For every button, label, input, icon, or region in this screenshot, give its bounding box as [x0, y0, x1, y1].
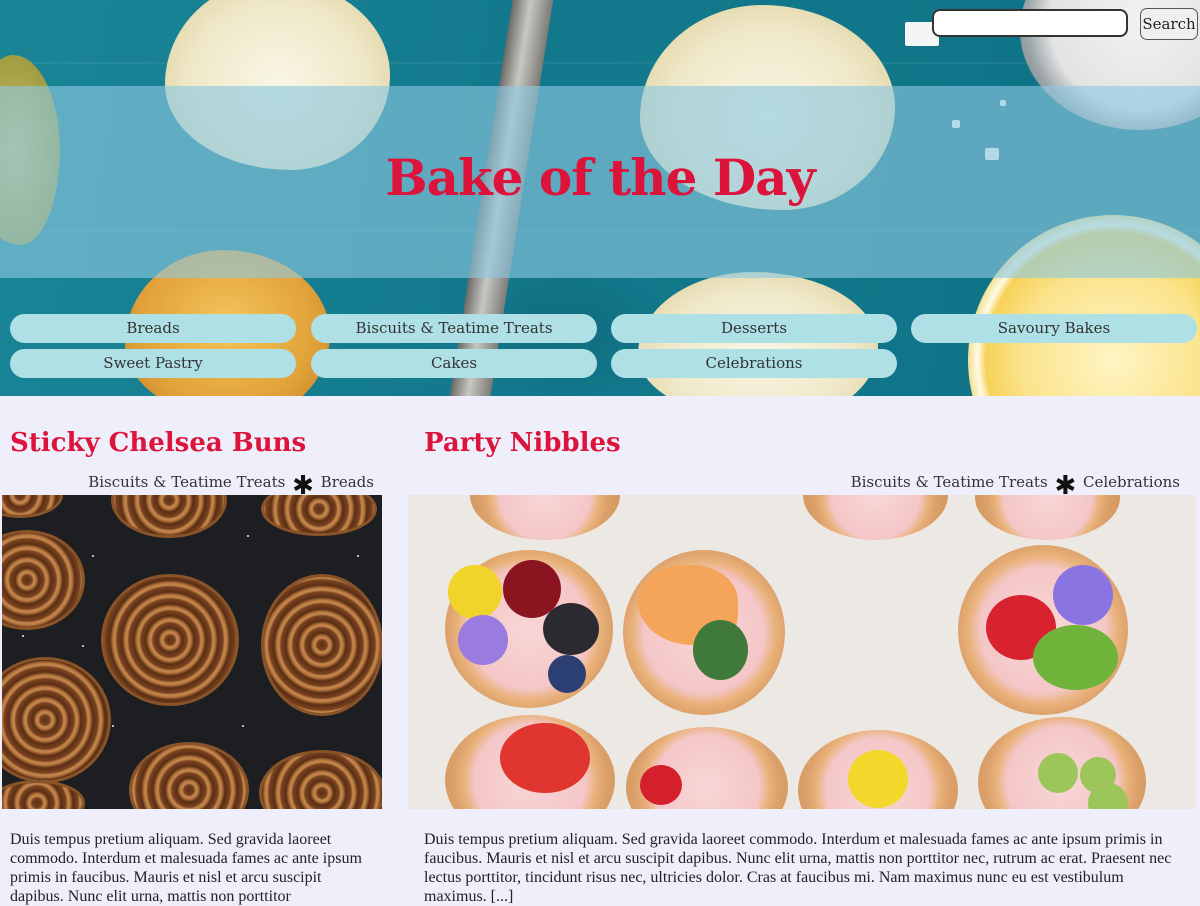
raspberry-decoration	[640, 765, 682, 805]
nav-item-savoury-bakes[interactable]: Savoury Bakes	[911, 314, 1197, 343]
flower-decoration	[848, 750, 908, 808]
strawberry-decoration	[500, 723, 590, 793]
bun-shape	[114, 495, 224, 535]
kiwi-decoration	[1033, 625, 1118, 690]
tart-shape	[975, 495, 1120, 540]
tag-link[interactable]: Breads	[321, 473, 374, 491]
post-image[interactable]	[408, 495, 1196, 809]
bun-shape	[262, 753, 382, 809]
tag-link[interactable]: Biscuits & Teatime Treats	[88, 473, 285, 491]
blueberry-decoration	[548, 655, 586, 693]
flour-speck	[82, 645, 84, 647]
site-title: Bake of the Day	[385, 148, 815, 207]
bun-shape	[2, 533, 82, 627]
bun-shape	[2, 783, 82, 809]
tart-shape	[470, 495, 620, 540]
flour-speck	[92, 555, 94, 557]
blackberry-decoration	[543, 603, 599, 655]
flour-speck	[22, 635, 24, 637]
flour-speck	[112, 725, 114, 727]
bun-shape	[2, 660, 108, 780]
nav-item-celebrations[interactable]: Celebrations	[611, 349, 897, 378]
flour-speck	[357, 555, 359, 557]
bun-shape	[264, 577, 380, 713]
bun-shape	[264, 495, 374, 533]
nav-item-desserts[interactable]: Desserts	[611, 314, 897, 343]
post-excerpt: Duis tempus pretium aliquam. Sed gravida…	[424, 831, 1172, 905]
flour-speck	[242, 725, 244, 727]
nav-item-cakes[interactable]: Cakes	[311, 349, 597, 378]
bun-shape	[104, 577, 236, 703]
post-title[interactable]: Party Nibbles	[424, 428, 621, 458]
flower-decoration	[448, 565, 502, 619]
mint-leaf-decoration	[693, 620, 748, 680]
post-excerpt: Duis tempus pretium aliquam. Sed gravida…	[10, 831, 362, 905]
nav-item-sweet-pastry[interactable]: Sweet Pastry	[10, 349, 296, 378]
post-title[interactable]: Sticky Chelsea Buns	[10, 428, 306, 458]
flour-speck	[247, 535, 249, 537]
tag-link[interactable]: Biscuits & Teatime Treats	[851, 473, 1048, 491]
site-header: Bake of the Day Search Breads Biscuits &…	[0, 0, 1200, 396]
tag-link[interactable]: Celebrations	[1083, 473, 1180, 491]
bun-shape	[2, 495, 60, 515]
flower-decoration	[458, 615, 508, 665]
nav-item-biscuits-teatime-treats[interactable]: Biscuits & Teatime Treats	[311, 314, 597, 343]
flower-decoration	[1053, 565, 1113, 625]
grape-decoration	[1038, 753, 1078, 793]
search-input[interactable]	[932, 9, 1128, 37]
post-image[interactable]	[2, 495, 382, 809]
bun-shape	[132, 745, 246, 809]
search-button[interactable]: Search	[1140, 8, 1198, 40]
nav-item-breads[interactable]: Breads	[10, 314, 296, 343]
tart-shape	[803, 495, 948, 540]
